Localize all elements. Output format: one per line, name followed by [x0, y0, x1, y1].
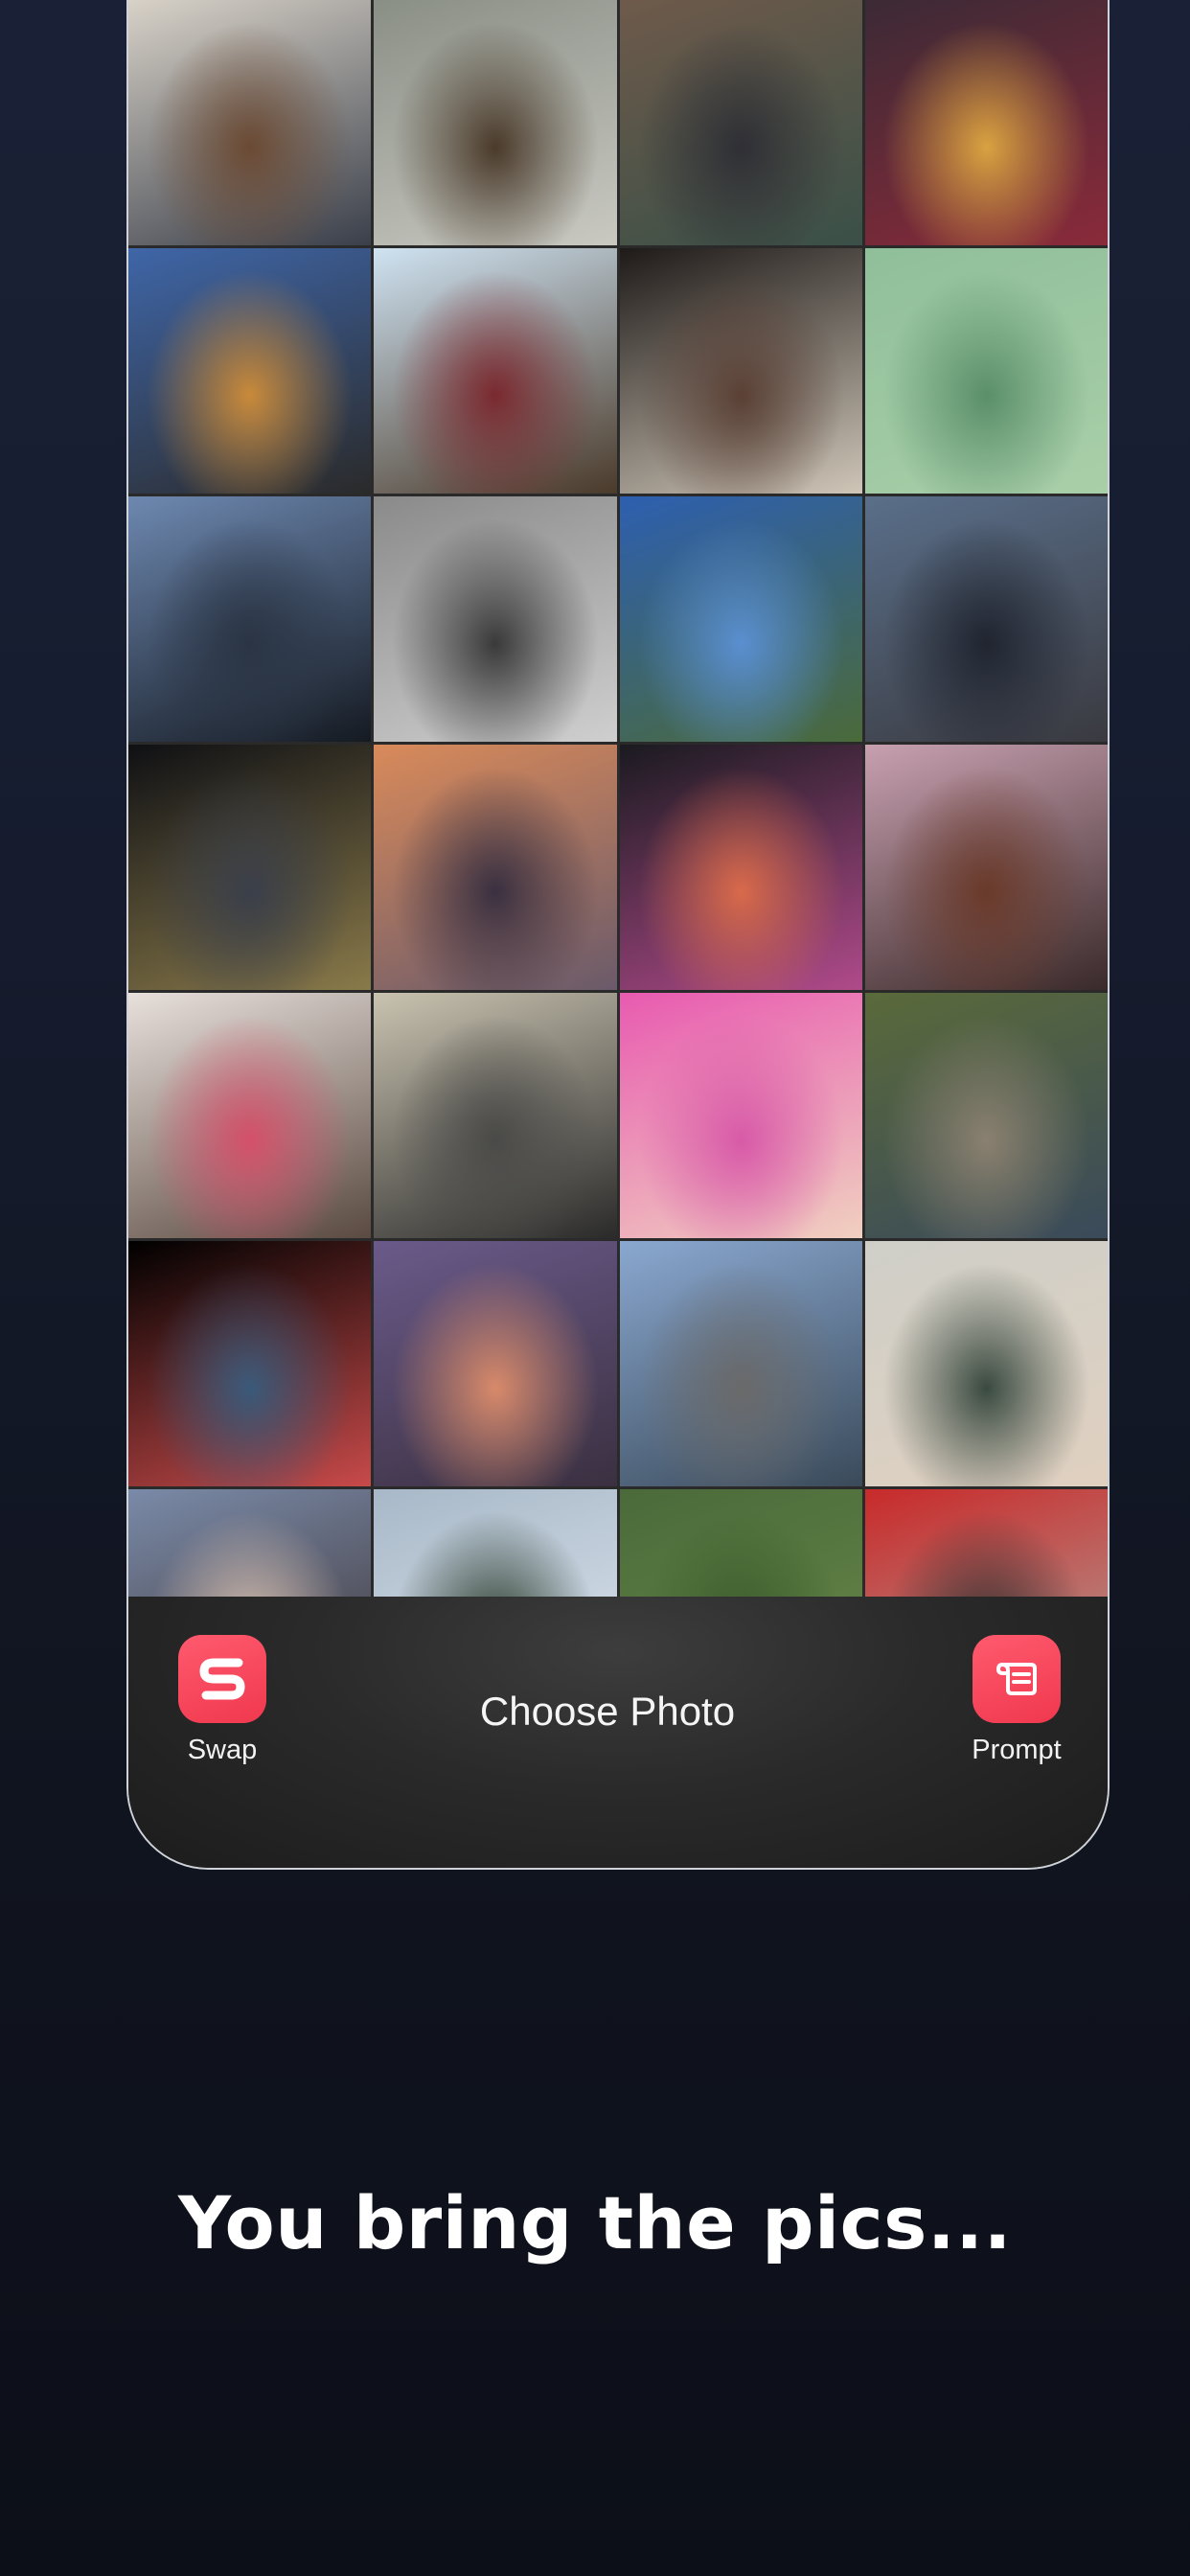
photo-woman-laughing[interactable] — [864, 1241, 1108, 1486]
photo-red-kitchen[interactable] — [864, 1489, 1108, 1597]
photo-floral-shoe[interactable] — [128, 1241, 372, 1486]
photo-gym-barbell[interactable] — [374, 496, 617, 742]
photo-nasa-plaque[interactable] — [374, 993, 617, 1238]
bottom-bar: Swap Choose Photo Prompt — [128, 1597, 1108, 1868]
photo-balcony-city[interactable] — [619, 1241, 862, 1486]
photo-bridge-dusk[interactable] — [128, 496, 372, 742]
photo-sunset-beach-person[interactable] — [374, 745, 617, 990]
headline: You bring the pics... — [177, 2180, 1013, 2266]
photo-snowy-trees[interactable] — [374, 1489, 617, 1597]
swap-s-icon — [199, 1658, 245, 1700]
prompt-button[interactable] — [973, 1635, 1061, 1723]
photo-man-walking-dog[interactable] — [374, 0, 617, 245]
photo-coast-view[interactable] — [619, 496, 862, 742]
photo-two-men-selfie[interactable] — [619, 248, 862, 494]
photo-man-selfie[interactable] — [374, 248, 617, 494]
photo-teapot[interactable] — [128, 745, 372, 990]
swap-label: Swap — [187, 1735, 258, 1765]
choose-photo-title: Choose Photo — [479, 1689, 736, 1734]
photo-child-ducks[interactable] — [864, 993, 1108, 1238]
photo-green-park[interactable] — [619, 1489, 862, 1597]
scroll-icon — [996, 1663, 1037, 1695]
photo-sky-silhouette[interactable] — [128, 1489, 372, 1597]
photo-group-children[interactable] — [619, 0, 862, 245]
photo-kids-guitar[interactable] — [128, 0, 372, 245]
photo-girl-pink-wig[interactable] — [619, 993, 862, 1238]
photo-happy-pills-store[interactable] — [128, 993, 372, 1238]
photo-women-night-street[interactable] — [619, 745, 862, 990]
photo-city-river-night[interactable] — [128, 248, 372, 494]
photo-skyline-night[interactable] — [864, 496, 1108, 742]
photo-grid[interactable] — [128, 0, 1108, 1597]
prompt-label: Prompt — [972, 1735, 1062, 1765]
photo-sunset-ocean[interactable] — [374, 1241, 617, 1486]
photo-group-selfie-party[interactable] — [864, 745, 1108, 990]
photo-skull-mask[interactable] — [864, 0, 1108, 245]
photo-green-leaves[interactable] — [864, 248, 1108, 494]
swap-button[interactable] — [178, 1635, 266, 1723]
phone-frame: Swap Choose Photo Prompt — [126, 0, 1110, 1870]
